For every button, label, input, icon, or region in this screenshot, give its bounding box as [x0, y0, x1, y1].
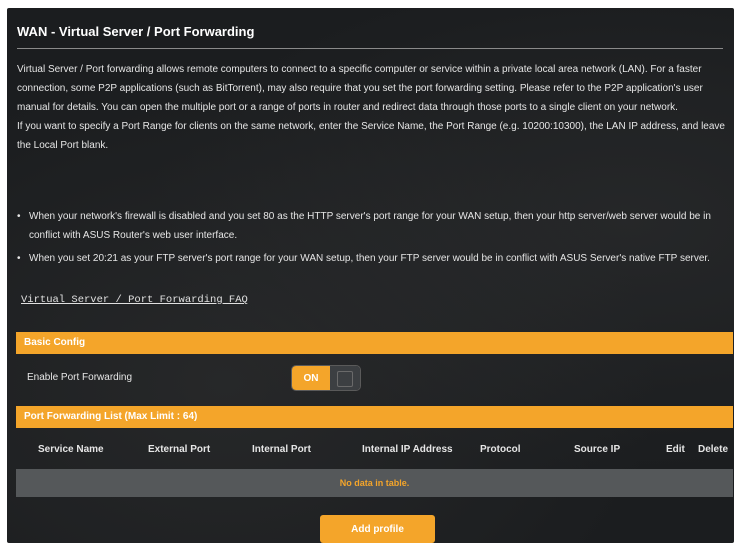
port-forwarding-panel: WAN - Virtual Server / Port Forwarding V…	[7, 8, 734, 543]
note-text: When your network's firewall is disabled…	[29, 211, 711, 241]
enable-port-forwarding-toggle[interactable]: ON	[291, 365, 361, 391]
toggle-knob	[330, 366, 360, 390]
bullet-icon: •	[17, 253, 21, 264]
column-header-source-ip: Source IP	[574, 444, 621, 455]
port-forwarding-list-header: Port Forwarding List (Max Limit : 64)	[16, 406, 733, 428]
table-header-row: Service Name External Port Internal Port…	[16, 440, 733, 462]
toggle-on-label: ON	[292, 366, 330, 390]
column-header-internal-ip: Internal IP Address	[362, 444, 453, 455]
column-header-service-name: Service Name	[38, 444, 104, 455]
column-header-protocol: Protocol	[480, 444, 521, 455]
note-item: • When your network's firewall is disabl…	[17, 207, 729, 245]
title-divider	[17, 48, 723, 49]
basic-config-header: Basic Config	[16, 332, 733, 354]
description-paragraph-2: If you want to specify a Port Range for …	[17, 121, 725, 151]
bullet-icon: •	[17, 211, 21, 222]
empty-table-row: No data in table.	[16, 469, 733, 497]
page-title: WAN - Virtual Server / Port Forwarding	[17, 24, 255, 39]
enable-port-forwarding-label: Enable Port Forwarding	[27, 372, 133, 383]
add-profile-button[interactable]: Add profile	[320, 515, 435, 543]
column-header-external-port: External Port	[148, 444, 211, 455]
column-header-delete: Delete	[698, 444, 729, 455]
column-header-internal-port: Internal Port	[252, 444, 311, 455]
notes-list: • When your network's firewall is disabl…	[17, 207, 729, 272]
note-text: When you set 20:21 as your FTP server's …	[29, 253, 710, 264]
note-item: • When you set 20:21 as your FTP server'…	[17, 249, 729, 268]
description-paragraph-1: Virtual Server / Port forwarding allows …	[17, 64, 703, 113]
faq-link[interactable]: Virtual Server / Port Forwarding FAQ	[21, 294, 248, 306]
description: Virtual Server / Port forwarding allows …	[17, 60, 729, 155]
column-header-edit: Edit	[666, 444, 685, 455]
